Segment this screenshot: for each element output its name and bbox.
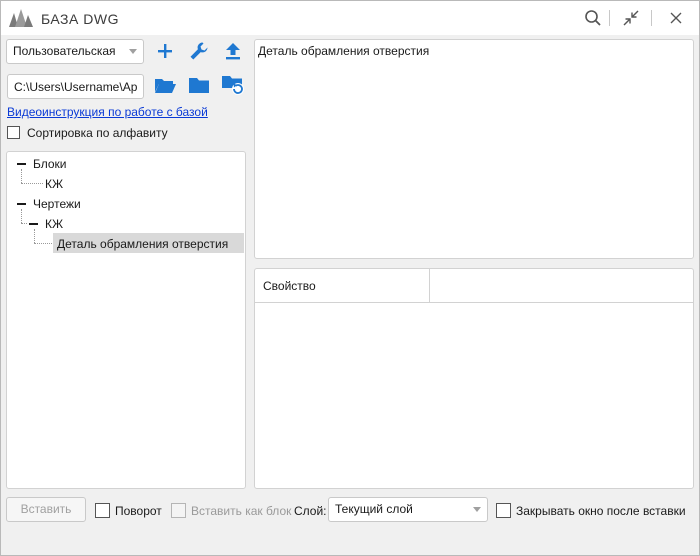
refresh-folder-button[interactable] <box>220 73 246 99</box>
layer-combo-value: Текущий слой <box>335 502 413 516</box>
window-title: БАЗА DWG <box>41 11 119 27</box>
folder-refresh-icon <box>221 74 245 99</box>
plus-icon <box>157 43 173 62</box>
tree-connector <box>21 183 43 184</box>
tree-connector <box>34 243 54 244</box>
upload-icon <box>225 42 241 63</box>
insert-as-block-label: Вставить как блок <box>191 504 292 518</box>
tree-connector <box>21 223 27 224</box>
insert-as-block-checkbox[interactable] <box>171 503 186 518</box>
column-header-property[interactable]: Свойство <box>263 279 316 293</box>
sort-alpha-checkbox[interactable] <box>7 126 20 139</box>
main-window: БАЗА DWG Пользовательская C:\Users\Usern… <box>0 0 700 556</box>
tree-node-drawings[interactable]: Чертежи <box>33 197 81 211</box>
tree-panel: Блоки КЖ Чертежи КЖ Деталь обрамления от… <box>6 151 246 489</box>
sort-alpha-label: Сортировка по алфавиту <box>27 126 168 140</box>
rotate-label: Поворот <box>115 504 162 518</box>
chevron-down-icon <box>473 507 481 512</box>
column-separator[interactable] <box>429 269 430 302</box>
tree-connector <box>34 229 35 243</box>
title-separator <box>609 10 610 26</box>
preview-caption: Деталь обрамления отверстия <box>258 44 430 58</box>
wrench-icon <box>189 41 209 64</box>
properties-grid: Свойство <box>254 268 694 489</box>
folder-open-icon <box>154 76 176 97</box>
folder-icon <box>188 76 210 97</box>
app-logo-icon <box>9 9 33 30</box>
tree-collapse-toggle[interactable] <box>17 203 26 205</box>
tree-node-blocks-kzh[interactable]: КЖ <box>45 177 63 191</box>
tree-collapse-toggle[interactable] <box>17 163 26 165</box>
layer-combo[interactable]: Текущий слой <box>328 497 488 522</box>
chevron-down-icon <box>129 49 137 54</box>
rotate-checkbox[interactable] <box>95 503 110 518</box>
close-icon[interactable] <box>664 7 688 29</box>
close-after-insert-label: Закрывать окно после вставки <box>516 504 686 518</box>
search-icon[interactable] <box>581 7 605 29</box>
add-button[interactable] <box>152 39 178 65</box>
settings-button[interactable] <box>186 39 212 65</box>
open-folder-button[interactable] <box>152 73 178 99</box>
tree-connector <box>21 169 22 183</box>
properties-grid-header: Свойство <box>255 269 693 303</box>
insert-button[interactable]: Вставить <box>6 497 86 522</box>
tree-collapse-toggle[interactable] <box>29 223 38 225</box>
video-instruction-link[interactable]: Видеоинструкция по работе с базой <box>7 105 208 119</box>
title-bar: БАЗА DWG <box>1 1 699 35</box>
tree-node-drawings-kzh[interactable]: КЖ <box>45 217 63 231</box>
tree-node-blocks[interactable]: Блоки <box>33 157 67 171</box>
path-input[interactable] <box>7 74 144 99</box>
category-combo-value: Пользовательская <box>13 44 116 58</box>
layer-label: Слой: <box>294 504 327 518</box>
title-separator <box>651 10 652 26</box>
category-combo[interactable]: Пользовательская <box>6 39 144 64</box>
close-after-insert-checkbox[interactable] <box>496 503 511 518</box>
folder-button[interactable] <box>186 73 212 99</box>
tree-node-detail[interactable]: Деталь обрамления отверстия <box>57 237 228 251</box>
preview-panel: Деталь обрамления отверстия <box>254 39 694 259</box>
collapse-icon[interactable] <box>619 7 643 29</box>
tree-connector <box>21 209 22 223</box>
upload-button[interactable] <box>220 39 246 65</box>
